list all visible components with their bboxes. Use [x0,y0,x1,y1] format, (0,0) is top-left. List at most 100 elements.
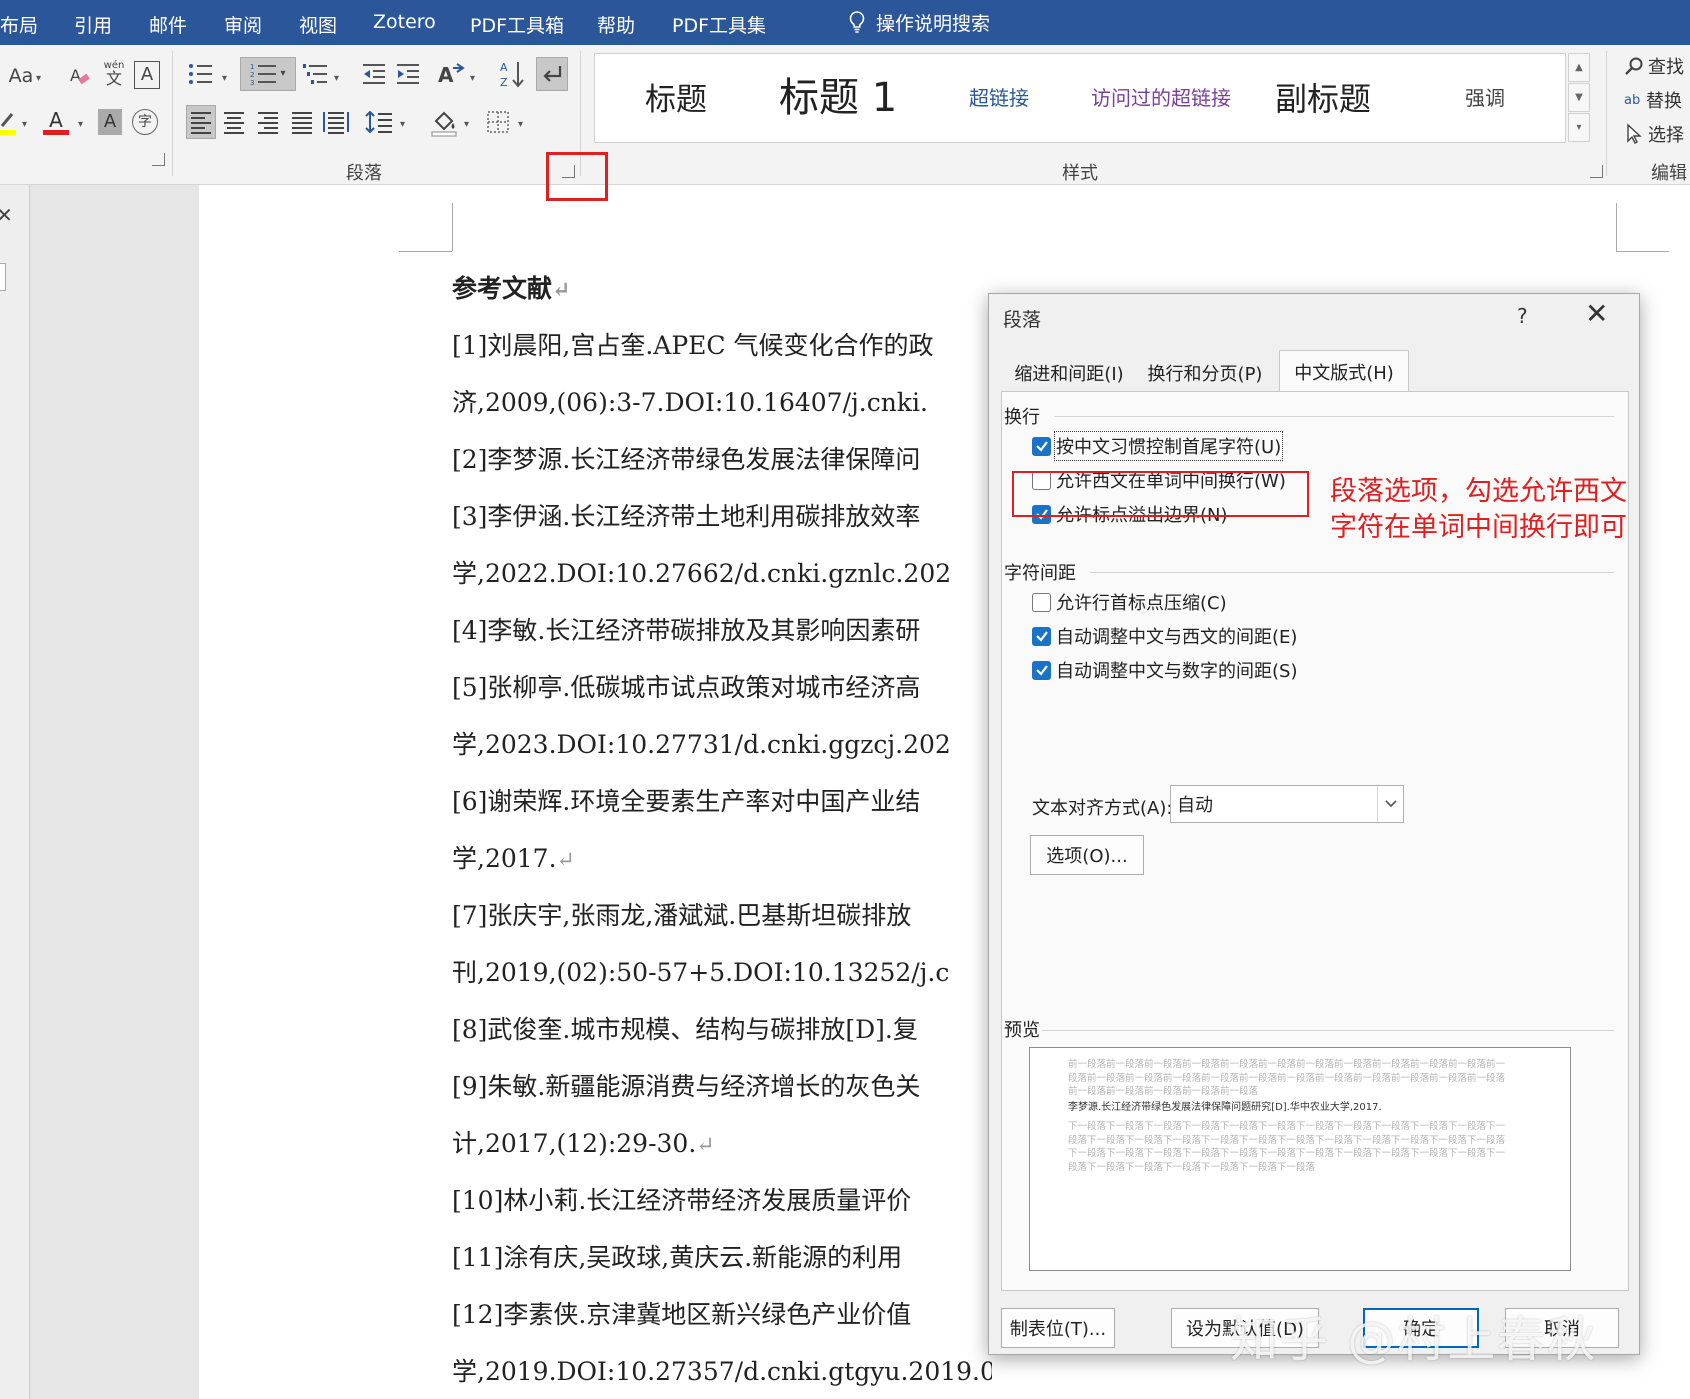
chevron-down-icon: ▾ [222,73,228,84]
decrease-indent-button[interactable] [360,59,388,89]
menu-pdf-toolbox[interactable]: PDF工具箱 [470,11,564,38]
checkbox-checked-icon[interactable] [1032,660,1051,680]
numbering-button[interactable]: 123 ▾ [240,57,296,91]
bullets-button[interactable] [186,59,216,89]
highlight-color-button[interactable] [0,107,16,137]
reference-line-with-mark: 学,2019.DOI:10.27357/d.cnki.gtgyu.2019.00… [452,1343,992,1399]
menu-bar: 布局 引用 邮件 审阅 视图 Zotero PDF工具箱 帮助 PDF工具集 操… [0,0,1690,45]
gallery-scroll-down-button[interactable]: ▼ [1568,83,1590,112]
section-character-spacing: 字符间距 [1004,563,1076,584]
svg-text:A: A [500,61,508,74]
checkbox-unchecked-icon[interactable] [1032,592,1051,612]
option-kinsoku[interactable]: 按中文习惯控制首尾字符(U) [1032,431,1284,461]
reference-text: 计,2017,(12):29-30. [452,1129,697,1158]
option-space-asian-latin[interactable]: 自动调整中文与西文的间距(E) [1032,622,1297,650]
tabs-button[interactable]: 制表位(T)... [1001,1308,1115,1348]
dialog-title: 段落 [1003,309,1042,331]
character-shading-button[interactable]: A [98,109,122,135]
tab-asian-typography[interactable]: 中文版式(H) [1279,350,1409,392]
chinese-layout-button[interactable]: A [436,59,466,89]
distribute-button[interactable] [322,107,350,137]
menu-mailings[interactable]: 邮件 [149,11,187,38]
align-center-button[interactable] [220,107,248,137]
menu-pdf-toolset[interactable]: PDF工具集 [672,11,766,38]
tab-indents-spacing[interactable]: 缩进和间距(I) [1001,352,1137,390]
change-case-button[interactable]: Aa [4,63,38,89]
shading-button[interactable] [428,105,460,139]
style-followed-hyperlink[interactable]: 访问过的超链接 [1091,88,1231,108]
font-color-button[interactable]: A [42,105,70,139]
document-body[interactable]: 参考文献↵ [1]刘晨阳,宫占奎.APEC 气候变化合作的政 济,2009,(0… [452,260,992,1399]
svg-text:2: 2 [250,71,254,79]
menu-zotero[interactable]: Zotero [373,11,436,33]
help-button[interactable]: ? [1517,304,1528,328]
style-emphasis[interactable]: 强调 [1465,88,1505,108]
preview-box: 前一段落前一段落前一段落前一段落前一段落前一段落前一段落前一段落前一段落前一段落… [1029,1047,1571,1271]
sort-button[interactable]: AZ [498,57,526,91]
menu-review[interactable]: 审阅 [224,11,262,38]
reference-line: [8]武俊奎.城市规模、结构与碳排放[D].复 [452,1015,918,1044]
style-subtitle[interactable]: 副标题 [1275,83,1371,115]
gallery-expand-button[interactable]: ▾ [1568,113,1590,142]
preview-current-paragraph: 李梦源.长江经济带绿色发展法律保障问题研究[D].华中农业大学,2017. [1068,1102,1382,1113]
gallery-scroll-up-button[interactable]: ▲ [1568,53,1590,82]
option-space-asian-numbers[interactable]: 自动调整中文与数字的间距(S) [1032,656,1297,684]
crop-mark [1616,251,1669,252]
options-button[interactable]: 选项(O)... [1030,835,1144,875]
checkbox-checked-icon[interactable] [1032,626,1051,646]
menu-layout[interactable]: 布局 [0,11,38,38]
tell-me-label: 操作说明搜索 [876,12,991,35]
section-divider [1090,572,1614,573]
close-icon[interactable]: ✕ [1585,300,1608,328]
option-label: 自动调整中文与数字的间距(S) [1056,661,1298,682]
styles-dialog-launcher-icon[interactable] [1590,165,1603,178]
highlighter-icon [0,113,16,135]
increase-indent-button[interactable] [394,59,422,89]
style-hyperlink[interactable]: 超链接 [969,88,1029,108]
phonetic-guide-button[interactable]: wén 文 [100,57,128,91]
crop-mark [1616,203,1617,251]
find-button[interactable]: 查找 [1624,53,1684,79]
justify-button[interactable] [288,107,316,137]
clear-formatting-button[interactable]: A [66,61,94,91]
preview-previous-paragraph: 前一段落前一段落前一段落前一段落前一段落前一段落前一段落前一段落前一段落前一段落… [1068,1059,1506,1097]
preview-next-paragraph: 下一段落下一段落下一段落下一段落下一段落下一段落下一段落下一段落下一段落下一段落… [1068,1121,1506,1173]
reference-line: 刊,2019,(02):50-57+5.DOI:10.13252/j.c [452,958,950,987]
tab-line-page-breaks[interactable]: 换行和分页(P) [1137,352,1273,390]
reference-line: [9]朱敏.新疆能源消费与经济增长的灰色关 [452,1072,921,1101]
reference-line-with-mark: 计,2017,(12):29-30.↵ [452,1115,992,1172]
bullet-list-icon [189,64,212,84]
text-alignment-label: 文本对齐方式(A): [1032,798,1173,819]
nav-search-box[interactable] [0,263,6,291]
style-heading-1[interactable]: 标题 1 [779,78,897,118]
search-icon [1625,57,1643,75]
character-border-button[interactable]: A [134,61,160,89]
reference-line: 学,2023.DOI:10.27731/d.cnki.ggzcj.202 [452,730,951,759]
font-dialog-launcher-icon[interactable] [152,153,165,166]
reference-line: [11]涂有庆,吴政球,黄庆云.新能源的利用 [452,1243,903,1272]
group-separator [1606,51,1607,176]
menu-references[interactable]: 引用 [74,11,112,38]
show-hide-marks-button[interactable] [536,57,568,91]
text-alignment-select[interactable]: 自动 [1170,785,1404,823]
option-compress-punctuation[interactable]: 允许行首标点压缩(C) [1032,588,1227,616]
replace-button[interactable]: ab 替换 [1624,87,1682,113]
enclose-characters-button[interactable]: 字 [132,109,158,135]
menu-view[interactable]: 视图 [299,11,337,38]
line-spacing-icon [365,110,392,134]
line-spacing-button[interactable] [364,107,394,137]
chevron-down-icon: ▾ [400,119,406,130]
annotation-option-highlight [1012,471,1309,517]
checkbox-checked-icon[interactable] [1032,436,1051,456]
chevron-down-icon [1377,786,1403,822]
menu-help[interactable]: 帮助 [597,11,635,38]
close-icon[interactable]: ✕ [0,203,13,227]
tell-me-search[interactable]: 操作说明搜索 [848,9,990,35]
multilevel-list-button[interactable] [302,59,330,89]
style-title[interactable]: 标题 [645,85,707,116]
align-right-button[interactable] [254,107,282,137]
text-alignment-value: 自动 [1177,795,1213,816]
select-button[interactable]: 选择 [1624,121,1684,147]
align-left-button[interactable] [186,105,216,139]
borders-button[interactable] [484,107,512,137]
